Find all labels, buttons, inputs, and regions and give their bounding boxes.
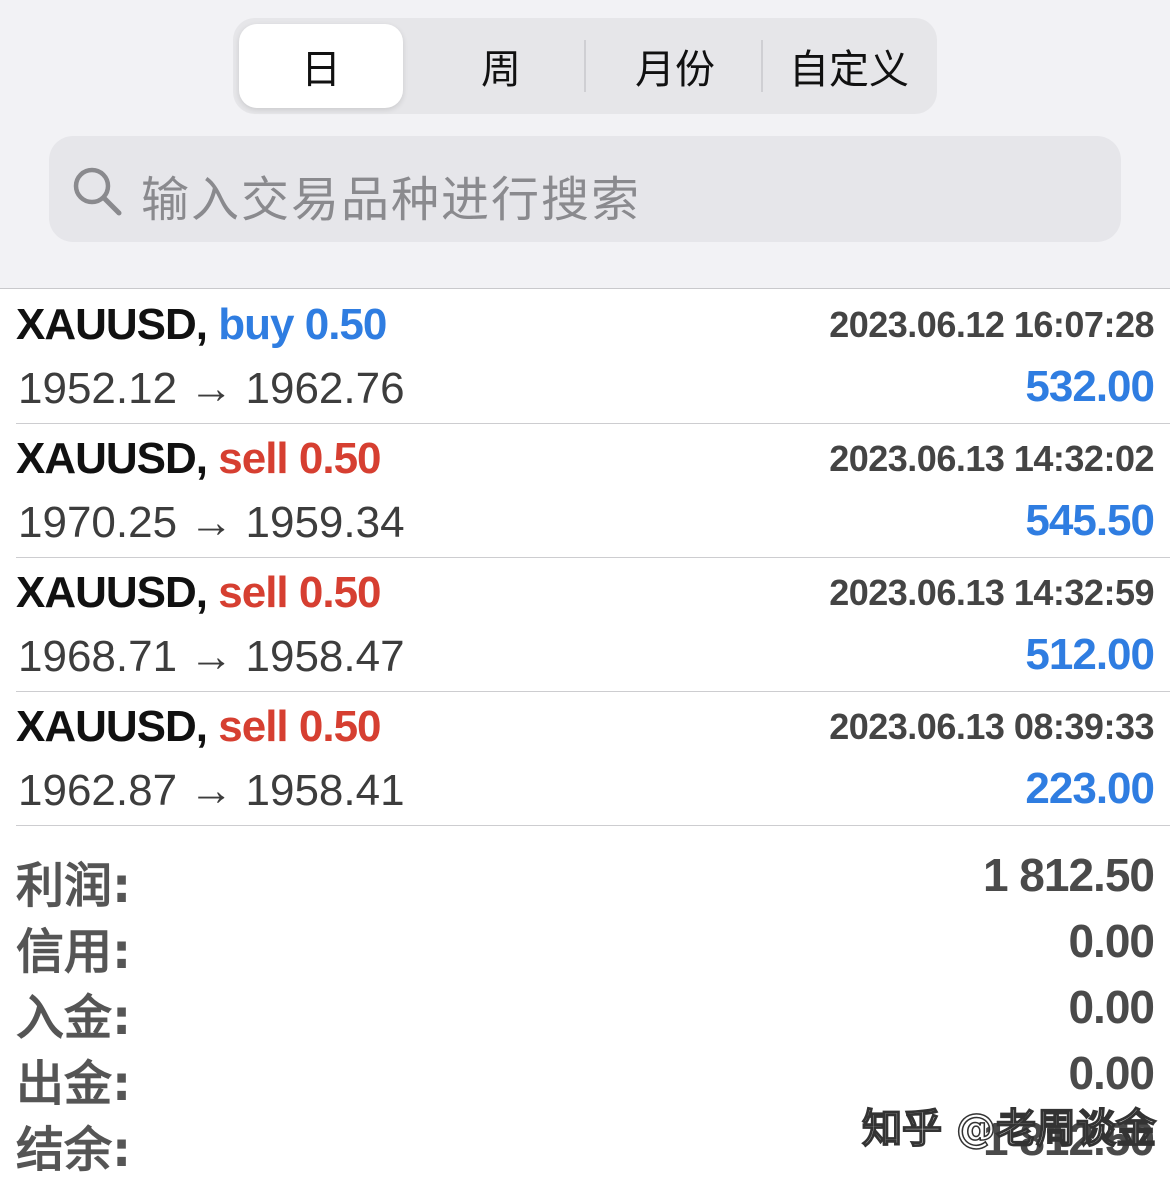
- trade-title: XAUUSD, sell 0.50: [16, 568, 382, 618]
- row-divider: [16, 825, 1170, 826]
- trade-profit: 545.50: [1025, 496, 1155, 545]
- trade-title: XAUUSD, sell 0.50: [16, 434, 382, 484]
- summary-label: 利润:: [16, 858, 132, 914]
- trade-symbol: XAUUSD,: [16, 434, 208, 483]
- trade-symbol: XAUUSD,: [16, 300, 208, 349]
- trade-volume: 0.50: [304, 300, 388, 349]
- summary-deposit-row: 入金: 0.00: [0, 974, 1170, 1046]
- top-header: 日 周 月份 自定义 输入交易品种进行搜索: [0, 0, 1170, 289]
- search-placeholder: 输入交易品种进行搜索: [141, 172, 642, 228]
- summary-label: 结余:: [16, 1122, 132, 1178]
- trade-row[interactable]: XAUUSD, sell 0.50 2023.06.13 14:32:02 19…: [0, 424, 1170, 558]
- summary-value: 1 812.50: [982, 849, 1155, 901]
- trade-side: sell: [218, 568, 288, 617]
- search-icon: [73, 167, 122, 216]
- summary-value: 0.00: [1068, 915, 1155, 967]
- period-segmented-control: 日 周 月份 自定义: [233, 18, 937, 114]
- trade-side: buy: [218, 300, 294, 349]
- trade-profit: 532.00: [1025, 362, 1155, 411]
- trade-row[interactable]: XAUUSD, buy 0.50 2023.06.12 16:07:28 195…: [0, 290, 1170, 424]
- search-input[interactable]: 输入交易品种进行搜索: [49, 136, 1121, 242]
- summary-profit-row: 利润: 1 812.50: [0, 842, 1170, 914]
- summary-value: 0.00: [1068, 981, 1155, 1033]
- tab-month[interactable]: 月份: [593, 24, 757, 108]
- segment-divider: [761, 40, 763, 92]
- watermark: 知乎 @老周谈金: [861, 1105, 1156, 1153]
- trade-prices: 1970.25 → 1959.34: [18, 498, 405, 547]
- trade-symbol: XAUUSD,: [16, 568, 208, 617]
- trade-row[interactable]: XAUUSD, sell 0.50 2023.06.13 14:32:59 19…: [0, 558, 1170, 692]
- tab-day[interactable]: 日: [239, 24, 403, 108]
- trade-time: 2023.06.13 08:39:33: [829, 706, 1154, 747]
- summary-label: 出金:: [16, 1056, 132, 1112]
- trade-row[interactable]: XAUUSD, sell 0.50 2023.06.13 08:39:33 19…: [0, 692, 1170, 826]
- trade-time: 2023.06.13 14:32:02: [829, 438, 1154, 479]
- trade-profit: 223.00: [1025, 764, 1155, 813]
- segment-divider: [584, 40, 586, 92]
- trade-side: sell: [218, 702, 288, 751]
- trade-side: sell: [218, 434, 288, 483]
- trade-title: XAUUSD, sell 0.50: [16, 702, 382, 752]
- trade-volume: 0.50: [298, 434, 382, 483]
- trade-time: 2023.06.12 16:07:28: [829, 304, 1154, 345]
- tab-custom[interactable]: 自定义: [767, 24, 931, 108]
- trade-title: XAUUSD, buy 0.50: [16, 300, 388, 350]
- summary-value: 0.00: [1068, 1047, 1155, 1099]
- trade-prices: 1962.87 → 1958.41: [18, 766, 405, 815]
- trade-time: 2023.06.13 14:32:59: [829, 572, 1154, 613]
- trade-volume: 0.50: [298, 702, 382, 751]
- trade-prices: 1968.71 → 1958.47: [18, 632, 405, 681]
- trade-symbol: XAUUSD,: [16, 702, 208, 751]
- trade-prices: 1952.12 → 1962.76: [18, 364, 405, 413]
- summary-label: 信用:: [16, 924, 132, 980]
- summary-credit-row: 信用: 0.00: [0, 908, 1170, 980]
- summary-label: 入金:: [16, 990, 132, 1046]
- trade-profit: 512.00: [1025, 630, 1155, 679]
- tab-week[interactable]: 周: [419, 24, 583, 108]
- trade-volume: 0.50: [298, 568, 382, 617]
